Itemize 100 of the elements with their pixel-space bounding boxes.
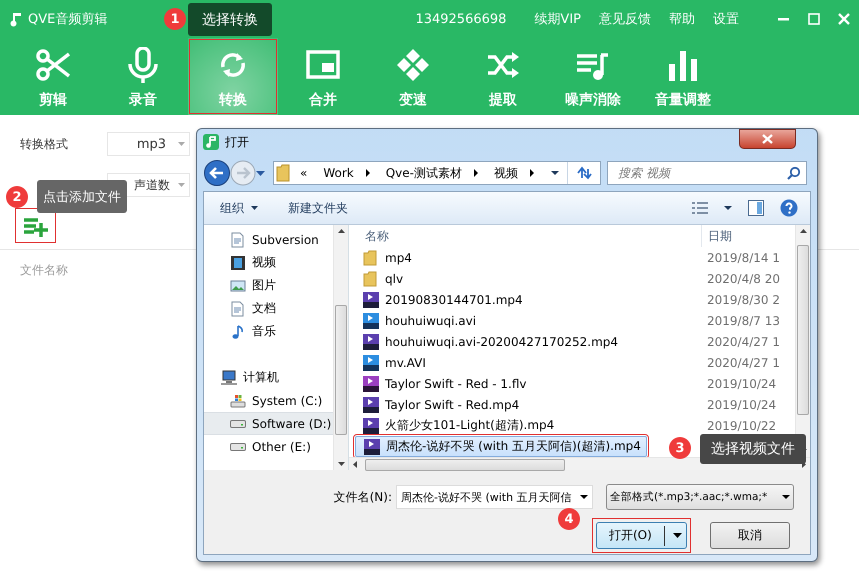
file-row[interactable]: houhuiwuqi.avi [355, 310, 701, 331]
tooltip: 选择视频文件 [700, 434, 806, 464]
film-icon [230, 254, 246, 270]
search-field[interactable]: 搜索 视频 [607, 161, 807, 185]
video-file-icon [363, 292, 379, 308]
file-row[interactable]: mv.AVI [355, 352, 701, 373]
video-file-icon [363, 376, 379, 392]
breadcrumb-item[interactable]: Qve-测试素材 [386, 164, 462, 182]
music-note-icon [203, 134, 219, 150]
nav-item[interactable]: Subversion [204, 228, 333, 251]
nav-item[interactable]: Other (E:) [204, 435, 333, 458]
file-type-dropdown[interactable]: 全部格式(*.mp3;*.aac;*.wma;* [606, 484, 794, 510]
file-row[interactable]: qlv [355, 268, 701, 289]
file-row[interactable]: houhuiwuqi.avi-20200427170252.mp4 [355, 331, 701, 352]
scrollbar[interactable] [333, 225, 348, 470]
dialog-title: 打开 [225, 134, 249, 150]
caret-icon [782, 495, 790, 499]
chevron-right-icon[interactable] [366, 169, 370, 177]
nav-item[interactable]: 计算机 [204, 366, 333, 389]
file-date: 2019/8/7 13 [706, 314, 780, 328]
address-bar[interactable]: « Work Qve-测试素材 视频 [273, 161, 601, 185]
drive-icon [230, 420, 246, 428]
caret-icon[interactable] [724, 206, 732, 210]
nav-item[interactable]: System (C:) [204, 389, 333, 412]
drive-icon [230, 442, 246, 450]
filename-value: 周杰伦-说好不哭 (with 五月天阿信 [401, 490, 573, 504]
search-icon [787, 166, 801, 180]
nav-item[interactable]: 音乐 [204, 320, 333, 343]
video-file-icon [364, 438, 380, 454]
maximize-icon [808, 13, 820, 25]
caret-icon [251, 206, 258, 210]
caret-icon [178, 183, 185, 187]
folder-icon [363, 270, 379, 286]
refresh-icon[interactable] [576, 166, 592, 180]
file-date: 2019/10/22 [706, 418, 776, 432]
filename-field[interactable]: 周杰伦-说好不哭 (with 五月天阿信 [396, 485, 593, 509]
close-icon [838, 13, 850, 25]
toolbar-button[interactable]: 组织 [220, 200, 258, 216]
help-icon[interactable] [780, 199, 798, 217]
nav-item[interactable]: 图片 [204, 274, 333, 297]
file-row[interactable]: Taylor Swift - Red - 1.flv [355, 373, 701, 394]
document-icon [230, 232, 246, 248]
column-header[interactable]: 名称 [365, 228, 389, 242]
image-icon [230, 278, 246, 294]
toolbar-button[interactable]: 新建文件夹 [288, 200, 348, 216]
add-file-button[interactable] [15, 208, 56, 243]
file-date: 2019/10/24 [706, 376, 776, 390]
column-header[interactable]: 日期 [708, 228, 732, 244]
video-file-icon [363, 312, 379, 328]
video-file-icon [363, 354, 379, 370]
preview-pane-icon[interactable] [748, 200, 764, 216]
file-row[interactable]: 20190830144701.mp4 [355, 289, 701, 310]
nav-item[interactable]: 视频 [204, 251, 333, 274]
file-date: 2020/4/27 1 [706, 356, 780, 370]
file-date: 2020/4/27 1 [706, 334, 780, 348]
music-note-icon [230, 324, 246, 340]
breadcrumb-overflow[interactable]: « [294, 166, 314, 180]
setting-label: 转换格式 [20, 136, 69, 152]
tooltip: 选择转换 [188, 3, 272, 36]
music-note-icon [10, 11, 22, 27]
file-date: 2019/10/24 [706, 398, 776, 412]
open-button[interactable]: 打开(O) [596, 522, 687, 549]
file-row[interactable]: 火箭少女101-Light(超清).mp4 [355, 415, 701, 436]
file-row[interactable]: Taylor Swift - Red.mp4 [355, 394, 701, 415]
file-row[interactable]: 周杰伦-说好不哭 (with 五月天阿信)(超清).mp4 [355, 436, 647, 457]
system-drive-icon [230, 392, 246, 408]
scroll-up-arrow-icon [338, 229, 344, 233]
cancel-button[interactable]: 取消 [710, 522, 790, 549]
nav-item[interactable]: Software (D:) [204, 412, 333, 435]
file-row[interactable]: mp4 [355, 247, 701, 268]
video-file-icon [363, 334, 379, 350]
scroll-up-arrow-icon [800, 229, 806, 233]
tooltip: 点击添加文件 [37, 180, 127, 213]
close-icon [762, 134, 773, 144]
breadcrumb-item[interactable]: Work [323, 166, 354, 180]
dropdown-caret-icon[interactable] [256, 170, 265, 176]
chevron-right-icon[interactable] [474, 169, 478, 177]
computer-icon [221, 370, 237, 386]
file-date: 2020/4/8 20 [706, 272, 780, 286]
back-button[interactable] [204, 160, 230, 186]
breadcrumb-item[interactable]: 视频 [494, 164, 518, 182]
scissors-icon [35, 47, 71, 83]
format-dropdown[interactable]: mp3 [107, 132, 190, 156]
scroll-left-arrow-icon [353, 460, 357, 468]
scroll-down-arrow-icon [338, 462, 344, 466]
folder-icon [276, 164, 290, 182]
nav-item[interactable]: 文档 [204, 297, 333, 320]
caret-icon [178, 142, 185, 146]
app-title: QVE音频剪辑 [28, 11, 108, 28]
chevron-right-icon[interactable] [530, 169, 534, 177]
filename-label: 文件名(N): [334, 488, 392, 506]
account-number: 13492566698 [415, 12, 506, 26]
scrollbar[interactable] [795, 225, 810, 457]
document-icon [230, 300, 246, 316]
close-button[interactable] [739, 129, 796, 149]
dropdown-caret-icon[interactable] [551, 171, 559, 175]
file-date: 2019/8/14 1 [706, 250, 780, 264]
dpad-icon [395, 47, 431, 83]
file-date: 2019/8/30 2 [706, 292, 780, 306]
view-list-icon[interactable] [692, 202, 708, 214]
